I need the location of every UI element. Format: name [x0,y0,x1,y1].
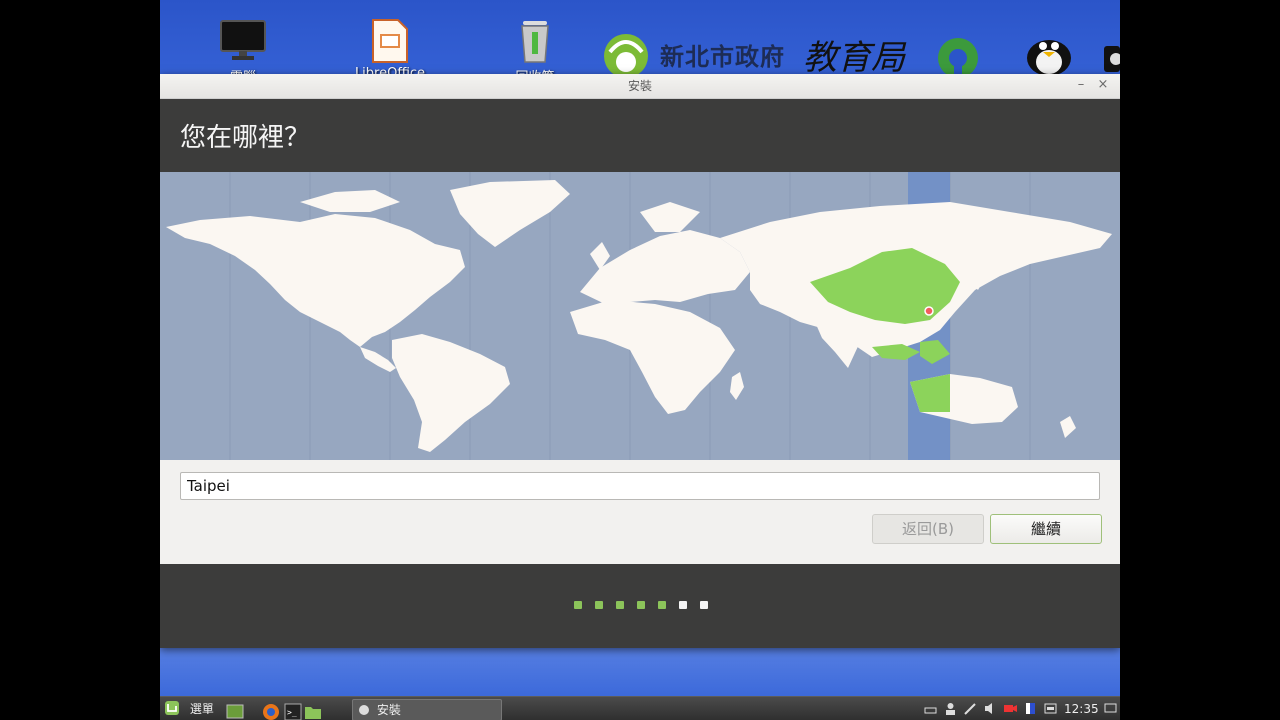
workspace-icon[interactable] [1104,702,1117,715]
page-header: 您在哪裡？ [160,99,1120,173]
city-logo-icon [604,34,648,78]
window-title: 安裝 [627,79,652,93]
continue-button[interactable]: 繼續 [990,514,1102,544]
pen-icon[interactable] [964,702,977,715]
progress-footer [160,564,1120,648]
back-button[interactable]: 返回(B) [872,514,984,544]
partial-desktop-icon [1104,46,1120,72]
education-bureau-banner: 新北市政府 教育局 [600,30,905,78]
terminal-icon[interactable]: >_ [284,700,302,720]
monitor-icon [220,20,266,60]
progress-indicator [574,601,708,609]
location-marker-icon [924,306,934,316]
progress-dot [658,601,666,609]
menu-label: 選單 [189,702,214,716]
progress-dot [574,601,582,609]
network-icon[interactable] [1044,702,1057,715]
progress-dot [595,601,603,609]
computer-desktop-icon[interactable]: 電腦 [198,18,288,85]
progress-dot [637,601,645,609]
record-icon[interactable] [1004,702,1017,715]
taskbar: 選單 >_ 安裝 12:35 [160,696,1120,720]
taskbar-window-button[interactable]: 安裝 [352,699,502,720]
location-input[interactable] [180,472,1100,500]
desktop: 電腦 LibreOffice 4.3 回收筒 新北市政府 教育局 [160,0,1120,720]
installer-window: 安裝 – × 您在哪裡？ Taipei 返回(B) 繼續 [160,74,1120,648]
libreoffice-desktop-icon[interactable]: LibreOffice 4.3 [345,18,435,96]
progress-dot [616,601,624,609]
taskbar-window-label: 安裝 [376,703,401,717]
trash-desktop-icon[interactable]: 回收筒 [490,18,580,85]
page-title: 您在哪裡？ [180,123,311,153]
progress-dot [700,601,708,609]
minimize-icon[interactable]: – [1072,74,1090,98]
flag-icon[interactable] [1024,702,1037,715]
volume-icon[interactable] [984,702,997,715]
close-icon[interactable]: × [1094,74,1112,98]
mint-menu-icon [165,701,179,715]
menu-button[interactable]: 選單 [164,697,214,720]
clock[interactable]: 12:35 [1064,697,1099,720]
brand-text: 新北市政府 [660,41,785,71]
timezone-world-map[interactable] [160,172,1120,460]
svg-text:>_: >_ [287,708,297,717]
user-icon[interactable] [944,702,957,715]
presentation-document-icon [372,19,408,63]
tux-penguin-icon [1027,40,1071,76]
tray-notification-icon[interactable] [924,702,937,715]
window-titlebar[interactable]: 安裝 – × [160,74,1120,99]
firefox-icon[interactable] [262,700,280,720]
open-source-logo-icon [938,38,978,78]
progress-dot [679,601,687,609]
installer-small-icon [359,705,369,715]
brand-calligraphy: 教育局 [803,37,905,78]
file-manager-icon[interactable] [304,700,322,720]
show-desktop-icon[interactable] [226,700,244,720]
trash-bin-icon [521,21,549,63]
